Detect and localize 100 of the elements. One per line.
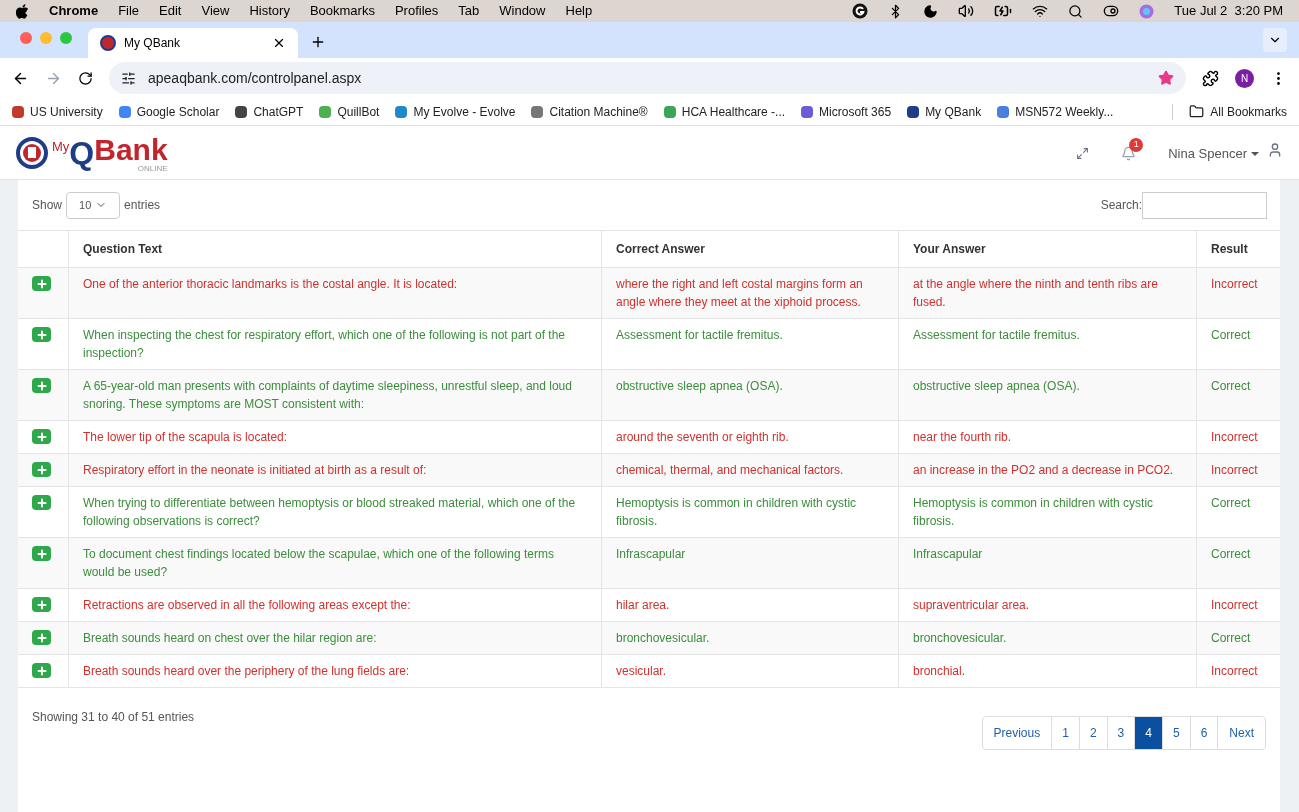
toggle-icon[interactable] [1103, 3, 1120, 19]
column-header[interactable]: Question Text [69, 231, 602, 267]
table-cell: Retractions are observed in all the following areas except the: [69, 589, 602, 621]
expand-row-button[interactable] [32, 546, 51, 561]
tab-list-button[interactable] [1263, 28, 1287, 52]
table-cell: Assessment for tactile fremitus. [602, 319, 899, 369]
previous-button[interactable]: Previous [982, 717, 1053, 749]
table-cell: Hemoptysis is common in children with cystic fibrosis. [899, 487, 1197, 537]
bell-icon[interactable] [1121, 146, 1137, 161]
menu-item[interactable]: Help [565, 1, 593, 21]
all-bookmarks-button[interactable]: All Bookmarks [1189, 102, 1287, 121]
bookmark[interactable]: My QBank [907, 102, 982, 121]
expand-row-button[interactable] [32, 327, 51, 342]
wifi-icon[interactable] [1032, 3, 1049, 19]
table-cell-text: Correct [1210, 378, 1252, 395]
g-logo-icon[interactable] [852, 3, 869, 19]
table-cell: Breath sounds heard over the periphery of the lung fields are: [69, 655, 602, 687]
search-icon[interactable] [1068, 3, 1084, 19]
close-icon[interactable] [272, 36, 286, 50]
table-cell: hilar area. [602, 589, 899, 621]
apple-logo-icon[interactable] [16, 3, 29, 19]
bookmark[interactable]: US University [12, 102, 103, 121]
table-cell-text: Correct [1210, 630, 1252, 647]
table-cell: at the angle where the ninth and tenth ribs are fused. [899, 268, 1197, 318]
menu-item[interactable]: Window [499, 1, 546, 21]
expand-row-button[interactable] [32, 462, 51, 477]
bookmark[interactable]: My Evolve - Evolve [395, 102, 516, 121]
table-cell: When inspecting the chest for respiratory effort, which one of the following is not part of the inspection? [69, 319, 602, 369]
page-button[interactable]: 6 [1190, 717, 1219, 749]
user-menu[interactable]: Nina Spencer [1168, 143, 1259, 164]
table-cell-text: Correct [1210, 546, 1252, 563]
expand-icon[interactable] [1076, 147, 1090, 160]
table-cell: When trying to differentiate between hemoptysis or blood streaked material, which one of the following observations is correct? [69, 487, 602, 537]
bookmark[interactable]: MSN572 Weekly... [997, 102, 1114, 121]
expand-row-button[interactable] [32, 429, 51, 444]
bookmark[interactable]: Citation Machine® [531, 102, 648, 121]
speaker-icon[interactable] [958, 3, 975, 19]
expand-row-button[interactable] [32, 276, 51, 291]
expand-row-button[interactable] [32, 495, 51, 510]
menu-item[interactable]: Edit [159, 1, 182, 21]
table-cell: obstructive sleep apnea (OSA). [899, 370, 1197, 420]
new-tab-icon[interactable] [310, 34, 326, 50]
menu-item[interactable]: Tab [458, 1, 480, 21]
page-button[interactable]: 4 [1135, 717, 1163, 749]
address-bar[interactable]: apeaqbank.com/controlpanel.aspx [109, 62, 1186, 94]
menu-item[interactable]: Chrome [49, 1, 99, 21]
column-header[interactable]: Your Answer [899, 231, 1197, 267]
menu-item[interactable]: History [249, 1, 290, 21]
orb-icon[interactable] [1139, 3, 1155, 19]
table-cell: Infrascapular [899, 538, 1197, 588]
column-header[interactable]: Result [1197, 231, 1280, 267]
clock: Tue Jul 2 3:20 PM [1174, 2, 1283, 21]
table-cell: supraventricular area. [899, 589, 1197, 621]
table-cell: bronchial. [899, 655, 1197, 687]
page-button[interactable]: 1 [1052, 717, 1080, 749]
bookmark[interactable]: Microsoft 365 [801, 102, 892, 121]
table-cell: where the right and left costal margins form an angle where they meet at the xiphoid process. [602, 268, 899, 318]
table-cell: vesicular. [602, 655, 899, 687]
table-cell: Infrascapular [602, 538, 899, 588]
table-cell-text: Incorrect [1210, 663, 1259, 680]
site-logo-icon [100, 35, 116, 51]
table-cell-text: Correct [1210, 327, 1252, 344]
reload-icon[interactable] [78, 70, 93, 86]
expand-row-button[interactable] [32, 597, 51, 612]
table-cell: obstructive sleep apnea (OSA). [602, 370, 899, 420]
menu-item[interactable]: Bookmarks [309, 1, 375, 21]
menu-item[interactable]: View [201, 1, 230, 21]
menu-item[interactable]: File [118, 1, 140, 21]
column-header[interactable]: Correct Answer [602, 231, 899, 267]
logo-badge-icon [16, 136, 48, 169]
search-field[interactable] [1142, 191, 1267, 219]
table-cell: To document chest findings located below the scapulae, which one of the following terms would be used? [69, 538, 602, 588]
expand-row-button[interactable] [32, 378, 51, 393]
show-label: Show [32, 197, 63, 214]
folder-icon [1189, 104, 1205, 119]
profile-avatar[interactable]: N [1235, 68, 1254, 88]
bookmark[interactable]: HCA Healthcare -... [663, 102, 786, 121]
extensions-icon[interactable] [1202, 69, 1219, 87]
page-button[interactable]: 5 [1162, 717, 1191, 749]
browser-tab[interactable]: My QBank [88, 28, 298, 58]
table-cell: The lower tip of the scapula is located: [69, 421, 602, 453]
page-size-select[interactable]: 10 [66, 191, 121, 219]
notification-badge: 1 [1129, 138, 1144, 152]
bookmark[interactable]: ChatGPT [235, 102, 304, 121]
user-icon[interactable] [1267, 141, 1283, 158]
table-cell-text: Incorrect [1210, 597, 1259, 614]
next-button[interactable]: Next [1218, 717, 1265, 749]
moon-icon[interactable] [923, 3, 939, 19]
table-cell: around the seventh or eighth rib. [602, 421, 899, 453]
expand-row-button[interactable] [32, 663, 51, 678]
expand-row-button[interactable] [32, 630, 51, 645]
table-cell-text: Correct [1210, 495, 1252, 512]
table-cell: chemical, thermal, and mechanical factors. [602, 454, 899, 486]
bookmark[interactable]: QuillBot [319, 102, 380, 121]
bookmark[interactable]: Google Scholar [118, 102, 220, 121]
page-button[interactable]: 2 [1079, 717, 1108, 749]
table-cell: Breath sounds heard on chest over the hilar region are: [69, 622, 602, 654]
table-cell-text: Incorrect [1210, 462, 1259, 479]
table-cell: A 65-year-old man presents with complaints of daytime sleepiness, unrestful sleep, and loud snoring. These symptoms are MOST consistent with: [69, 370, 602, 420]
menu-item[interactable]: Profiles [394, 1, 439, 21]
